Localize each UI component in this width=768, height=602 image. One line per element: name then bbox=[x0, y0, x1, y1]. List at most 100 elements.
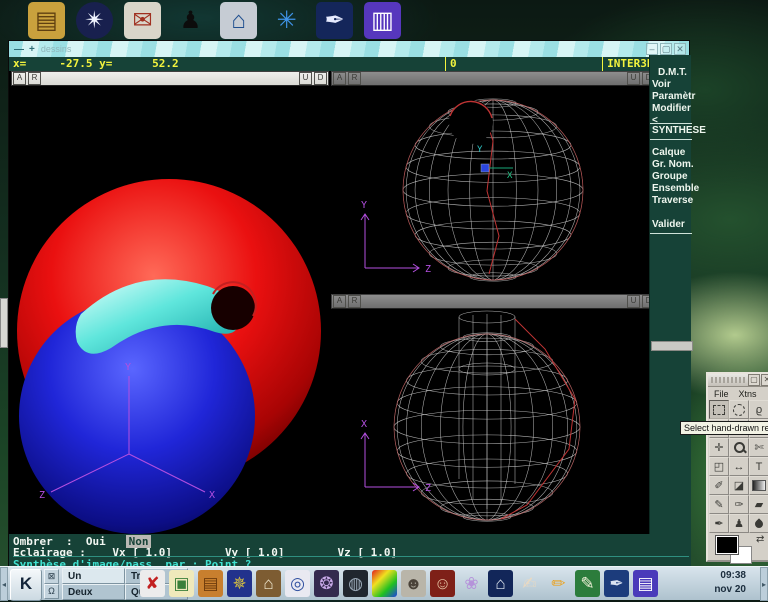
k-menu-button[interactable]: K bbox=[10, 569, 42, 601]
help-wheel-icon[interactable]: ✵ bbox=[227, 570, 252, 597]
axis-z-label: Z bbox=[425, 264, 431, 275]
globe-pen-icon[interactable]: ✒ bbox=[604, 570, 629, 597]
pin-icon[interactable]: + bbox=[29, 44, 35, 55]
window-list-button[interactable]: ⊠ bbox=[44, 569, 59, 584]
viewport-r-button[interactable]: R bbox=[348, 295, 361, 308]
foreground-color-swatch[interactable] bbox=[716, 536, 738, 554]
viewport-a-button[interactable]: A bbox=[13, 72, 26, 85]
viewport-u-button[interactable]: U bbox=[299, 72, 312, 85]
clock-date: nov 20 bbox=[714, 583, 746, 597]
flower-icon[interactable]: ❀ bbox=[459, 570, 484, 597]
eraser-tool[interactable]: ▰ bbox=[749, 495, 768, 514]
ant-icon[interactable]: ✳ bbox=[268, 2, 305, 39]
panel-hide-left[interactable]: ◂ bbox=[0, 567, 8, 601]
window-titlebar[interactable]: — + dessins – ▢ ✕ bbox=[9, 41, 689, 57]
text-tool[interactable]: T bbox=[749, 457, 768, 476]
minimize-button[interactable]: – bbox=[646, 43, 658, 55]
axis-tripod: X Z bbox=[361, 419, 431, 494]
menu-item-modifier[interactable]: Modifier bbox=[652, 103, 691, 114]
pencil-tool[interactable]: ✎ bbox=[709, 495, 729, 514]
free-select-tool[interactable]: ϱ bbox=[749, 400, 768, 419]
render-canvas[interactable]: X Y Y Z bbox=[331, 86, 657, 294]
bucket-fill-tool[interactable]: ◪ bbox=[729, 476, 749, 495]
find-files-icon[interactable]: ◎ bbox=[285, 570, 310, 597]
desktop-icon[interactable]: ▣ bbox=[169, 570, 194, 597]
menu-item-dmt[interactable]: D.M.T. bbox=[658, 67, 687, 78]
kcontrol-icon[interactable]: ❂ bbox=[314, 570, 339, 597]
viewport-u-button[interactable]: U bbox=[627, 295, 640, 308]
notes-icon[interactable]: ▥ bbox=[364, 2, 401, 39]
penguin-icon[interactable]: ♟ bbox=[172, 2, 209, 39]
menu-scrollbar[interactable] bbox=[651, 341, 693, 351]
lock-screen-button[interactable]: Ω bbox=[44, 584, 59, 599]
pager-desktop-2[interactable]: Deux bbox=[62, 584, 125, 600]
color-picker-tool[interactable]: ✐ bbox=[709, 476, 729, 495]
viewport-d-button[interactable]: D bbox=[314, 72, 327, 85]
crop-tool[interactable]: ✄ bbox=[749, 438, 768, 457]
pencil-launcher-icon[interactable]: ✏ bbox=[546, 570, 571, 597]
knotes-icon[interactable]: ▤ bbox=[633, 570, 658, 597]
afterstep-icon[interactable]: ✴ bbox=[76, 2, 113, 39]
gimp-icon[interactable]: ☻ bbox=[401, 570, 426, 597]
window-menu-icon[interactable]: — bbox=[14, 44, 24, 55]
menu-item-groupe[interactable]: Groupe bbox=[652, 171, 688, 182]
viewport-a-button[interactable]: A bbox=[333, 72, 346, 85]
render-canvas[interactable]: X Z bbox=[331, 309, 657, 534]
clone-tool[interactable]: ♟ bbox=[729, 514, 749, 533]
command-menu-panel: D.M.T. Voir Paramètr Modifier < SYNTHESE… bbox=[649, 55, 691, 567]
wireframe-top: X Z bbox=[331, 309, 657, 534]
menu-item-gr-nom[interactable]: Gr. Nom. bbox=[652, 159, 694, 170]
pager-desktop-1[interactable]: Un bbox=[62, 568, 125, 584]
maximize-button[interactable]: ▢ bbox=[660, 43, 672, 55]
home-dir-icon[interactable]: ⌂ bbox=[256, 570, 281, 597]
menu-item-calque[interactable]: Calque bbox=[652, 147, 685, 158]
convolve-tool[interactable] bbox=[749, 514, 768, 533]
menu-item-synthese[interactable]: SYNTHESE bbox=[652, 125, 706, 136]
cylinder-wireframe bbox=[459, 311, 515, 509]
viewport-top: A R U D X Z bbox=[331, 294, 657, 534]
rect-select-tool[interactable] bbox=[709, 400, 729, 419]
panel-hide-right[interactable]: ▸ bbox=[760, 567, 768, 601]
blend-tool[interactable] bbox=[749, 476, 768, 495]
gimp-file-menu[interactable]: File bbox=[714, 389, 729, 399]
file-cabinet-icon[interactable]: ▤ bbox=[198, 570, 223, 597]
draw-person-icon[interactable]: ✍ bbox=[517, 570, 542, 597]
portrait-icon[interactable]: ☺ bbox=[430, 570, 455, 597]
gradient-icon[interactable] bbox=[372, 570, 397, 597]
menu-item-valider[interactable]: Valider bbox=[652, 219, 685, 230]
move-tool[interactable]: ✛ bbox=[709, 438, 729, 457]
notebook-icon[interactable]: ✎ bbox=[575, 570, 600, 597]
package-icon[interactable]: ▤ bbox=[28, 2, 65, 39]
render-canvas[interactable]: Y X Z bbox=[11, 86, 329, 534]
close-button[interactable]: ✕ bbox=[674, 43, 686, 55]
menu-item-voir[interactable]: Voir bbox=[652, 79, 671, 90]
toolbox-close-button[interactable]: ✕ bbox=[761, 374, 768, 386]
ellipse-select-tool[interactable] bbox=[729, 400, 749, 419]
viewport-front: A R U D X Y Y Z bbox=[331, 71, 657, 294]
swap-colors-icon[interactable]: ⇄ bbox=[756, 534, 764, 545]
cursor-coordinates: x= -27.5 y= 52.2 bbox=[13, 57, 179, 71]
viewport-r-button[interactable]: R bbox=[348, 72, 361, 85]
convolve-tool-icon bbox=[753, 518, 764, 529]
pen-rocket-icon[interactable]: ✒ bbox=[316, 2, 353, 39]
menu-item-ensemble[interactable]: Ensemble bbox=[652, 183, 699, 194]
toolbox-maximize-button[interactable]: ▢ bbox=[748, 374, 760, 386]
toolbox-titlebar[interactable]: ▢ ✕ bbox=[708, 374, 768, 387]
3d-app-icon[interactable]: ◍ bbox=[343, 570, 368, 597]
airbrush-tool[interactable]: ✒ bbox=[709, 514, 729, 533]
paintbrush-tool[interactable]: ✑ bbox=[729, 495, 749, 514]
viewport-a-button[interactable]: A bbox=[333, 295, 346, 308]
home-share-icon[interactable]: ⌂ bbox=[220, 2, 257, 39]
logout-icon[interactable]: ✘ bbox=[140, 570, 165, 597]
menu-item-traverse[interactable]: Traverse bbox=[652, 195, 693, 206]
transform-tool[interactable]: ◰ bbox=[709, 457, 729, 476]
viewport-u-button[interactable]: U bbox=[627, 72, 640, 85]
gimp-xtns-menu[interactable]: Xtns bbox=[739, 389, 757, 399]
menu-item-parametr[interactable]: Paramètr bbox=[652, 91, 695, 102]
axis-x-label: X bbox=[209, 490, 215, 501]
viewport-r-button[interactable]: R bbox=[28, 72, 41, 85]
mail-icon[interactable]: ✉ bbox=[124, 2, 161, 39]
kfm-globe-icon[interactable]: ⌂ bbox=[488, 570, 513, 597]
zoom-tool[interactable] bbox=[729, 438, 749, 457]
flip-tool[interactable]: ↔ bbox=[729, 457, 749, 476]
